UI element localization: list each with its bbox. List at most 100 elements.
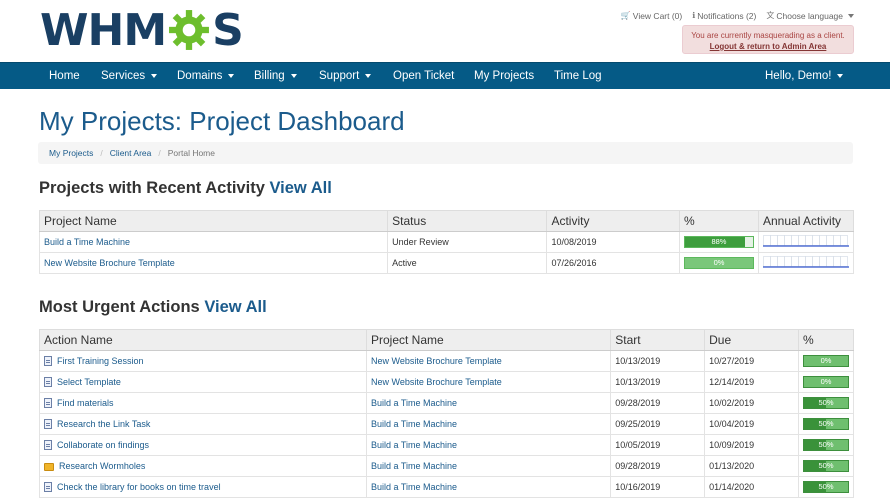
info-icon: ℹ (692, 11, 696, 20)
annual-activity-sparkline (763, 256, 849, 268)
action-link[interactable]: Check the library for books on time trav… (57, 482, 221, 492)
project-link[interactable]: Build a Time Machine (371, 461, 457, 471)
action-name-cell: Collaborate on findings (39, 434, 367, 456)
chevron-down-icon (837, 73, 844, 78)
progress-label: 88% (711, 237, 727, 246)
activity-month-cell (770, 235, 778, 246)
progress-label: 50% (818, 440, 834, 449)
nav-open-ticket[interactable]: Open Ticket (393, 63, 454, 90)
action-name-cell: Select Template (39, 371, 367, 393)
page-title: My Projects: Project Dashboard (39, 106, 405, 136)
activity-month-cell (840, 235, 848, 246)
start-date-cell: 10/16/2019 (610, 476, 706, 498)
return-to-admin-link[interactable]: Logout & return to Admin Area (683, 41, 853, 52)
nav-time-log[interactable]: Time Log (554, 63, 602, 90)
breadcrumb-client-area[interactable]: Client Area (110, 148, 152, 158)
project-name-cell: Build a Time Machine (365, 392, 612, 414)
activity-month-cell (798, 256, 806, 267)
col-status: Status (387, 210, 548, 232)
project-link[interactable]: Build a Time Machine (371, 482, 457, 492)
project-name-cell: New Website Brochure Template (365, 371, 612, 393)
nav-user-menu[interactable]: Hello, Demo! (765, 63, 844, 90)
project-link[interactable]: New Website Brochure Template (44, 258, 175, 268)
col-action-name: Action Name (39, 329, 367, 351)
document-icon (44, 377, 52, 388)
nav-support[interactable]: Support (319, 63, 372, 90)
document-icon (44, 398, 52, 409)
recent-activity-heading: Projects with Recent Activity View All (39, 179, 332, 197)
due-date-cell: 12/14/2019 (704, 371, 799, 393)
col-start: Start (610, 329, 706, 351)
urgent-view-all-link[interactable]: View All (204, 298, 266, 316)
due-date-cell: 10/02/2019 (704, 392, 799, 414)
percent-cell: 0% (678, 252, 760, 274)
progress-bar: 0% (803, 376, 849, 388)
progress-bar: 50% (803, 460, 849, 472)
activity-month-cell (819, 235, 827, 246)
table-row: Collaborate on findings Build a Time Mach… (39, 434, 854, 456)
action-name-cell: Research Wormholes (39, 455, 367, 477)
due-date-cell: 01/13/2020 (704, 455, 799, 477)
top-links: 🛒 View Cart (0) ℹ Notifications (2) 文 Ch… (621, 10, 854, 21)
start-date-cell: 10/05/2019 (610, 434, 706, 456)
due-date-cell: 10/04/2019 (704, 413, 799, 435)
nav-services[interactable]: Services (101, 63, 158, 90)
activity-month-cell (812, 235, 820, 246)
document-icon (44, 440, 52, 451)
table-header-row: Project Name Status Activity % Annual Ac… (38, 210, 854, 232)
action-link[interactable]: Research Wormholes (59, 461, 145, 471)
project-link[interactable]: New Website Brochure Template (371, 356, 502, 366)
progress-label: 0% (820, 356, 832, 365)
activity-month-cell (777, 256, 785, 267)
start-date-cell: 09/25/2019 (610, 413, 706, 435)
recent-projects-table: Project Name Status Activity % Annual Ac… (38, 210, 854, 274)
activity-date-cell: 10/08/2019 (546, 231, 680, 253)
action-name-cell: Find materials (39, 392, 367, 414)
status-cell: Under Review (387, 231, 548, 253)
action-link[interactable]: First Training Session (57, 356, 144, 366)
activity-month-cell (784, 256, 792, 267)
project-name-cell: Build a Time Machine (38, 231, 389, 253)
status-cell: Active (387, 252, 548, 274)
breadcrumb-my-projects[interactable]: My Projects (49, 148, 93, 158)
language-chooser[interactable]: 文 Choose language (766, 10, 854, 21)
col-percent: % (678, 210, 760, 232)
progress-bar: 88% (683, 236, 754, 248)
nav-billing[interactable]: Billing (254, 63, 297, 90)
col-due: Due (704, 329, 799, 351)
urgent-actions-heading: Most Urgent Actions View All (39, 298, 267, 316)
action-link[interactable]: Research the Link Task (57, 419, 150, 429)
project-link[interactable]: Build a Time Machine (371, 440, 457, 450)
nav-domains[interactable]: Domains (177, 63, 235, 90)
action-name-cell: Check the library for books on time trav… (39, 476, 367, 498)
start-date-cell: 10/13/2019 (610, 371, 706, 393)
annual-activity-cell (758, 231, 854, 253)
notifications-link[interactable]: ℹ Notifications (2) (692, 10, 756, 21)
activity-month-cell (819, 256, 827, 267)
action-link[interactable]: Select Template (57, 377, 121, 387)
table-row: Select Template New Website Brochure Temp… (39, 371, 854, 393)
action-link[interactable]: Find materials (57, 398, 114, 408)
recent-view-all-link[interactable]: View All (269, 179, 331, 197)
action-name-cell: Research the Link Task (39, 413, 367, 435)
masquerade-alert: You are currently masquerading as a clie… (682, 25, 854, 54)
project-name-cell: Build a Time Machine (365, 434, 612, 456)
activity-month-cell (826, 235, 834, 246)
view-cart-link[interactable]: 🛒 View Cart (0) (621, 10, 682, 21)
chevron-down-icon (151, 73, 158, 78)
activity-month-cell (763, 256, 771, 267)
folder-icon (44, 462, 54, 471)
project-name-cell: New Website Brochure Template (38, 252, 389, 274)
project-link[interactable]: Build a Time Machine (44, 237, 130, 247)
nav-my-projects[interactable]: My Projects (474, 63, 534, 90)
percent-cell: 50% (798, 476, 854, 498)
project-link[interactable]: Build a Time Machine (371, 398, 457, 408)
nav-home[interactable]: Home (49, 63, 80, 90)
project-link[interactable]: Build a Time Machine (371, 419, 457, 429)
project-name-cell: Build a Time Machine (365, 455, 612, 477)
project-link[interactable]: New Website Brochure Template (371, 377, 502, 387)
activity-month-cell (798, 235, 806, 246)
progress-bar: 50% (803, 439, 849, 451)
action-link[interactable]: Collaborate on findings (57, 440, 149, 450)
whmcs-logo[interactable]: WHM S (40, 5, 244, 56)
